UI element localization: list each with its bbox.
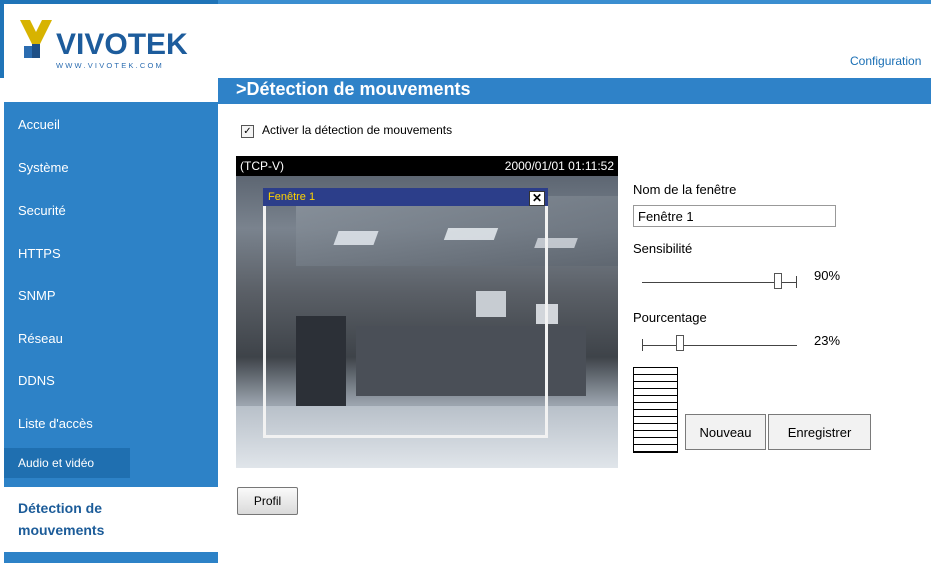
percentage-label: Pourcentage <box>633 310 707 325</box>
profile-button[interactable]: Profil <box>237 487 298 515</box>
enable-motion-label: Activer la détection de mouvements <box>262 123 453 137</box>
motion-window-frame[interactable] <box>263 188 548 438</box>
video-timestamp: 2000/01/01 01:11:52 <box>504 159 614 173</box>
page-title: >Détection de mouvements <box>236 79 471 99</box>
logo-url: WWW.VIVOTEK.COM <box>56 61 164 70</box>
sidebar-item-snmp[interactable]: SNMP <box>18 288 56 303</box>
save-button[interactable]: Enregistrer <box>768 414 871 450</box>
logo-text: VIVOTEK <box>56 28 188 61</box>
header-frame <box>0 0 218 4</box>
sidebar-bottom-border <box>4 556 218 563</box>
stream-label: (TCP-V) <box>240 159 284 173</box>
sidebar-item-liste-acces[interactable]: Liste d'accès <box>18 416 93 431</box>
sensitivity-slider-thumb[interactable] <box>774 273 782 289</box>
sidebar-item-accueil[interactable]: Accueil <box>18 117 60 132</box>
sidebar-item-reseau[interactable]: Réseau <box>18 331 63 346</box>
sidebar-item-systeme[interactable]: Système <box>18 160 69 175</box>
video-status-bar: (TCP-V) 2000/01/01 01:11:52 <box>236 156 618 176</box>
enable-motion-checkbox[interactable]: ✓ <box>241 125 254 138</box>
logo-icon <box>20 20 52 58</box>
configuration-link[interactable]: Configuration <box>850 54 921 68</box>
motion-window-name: Fenêtre 1 <box>268 191 316 203</box>
sensitivity-value: 90% <box>814 268 841 283</box>
sidebar-item-ddns[interactable]: DDNS <box>18 373 55 388</box>
sidebar-item-https[interactable]: HTTPS <box>18 246 61 261</box>
sensitivity-label: Sensibilité <box>633 241 693 256</box>
sidebar-item-securite[interactable]: Securité <box>18 203 66 218</box>
new-window-button[interactable]: Nouveau <box>685 414 766 450</box>
motion-level-meter <box>633 367 678 453</box>
percentage-slider-track[interactable] <box>642 345 797 346</box>
vivotek-logo: VIVOTEK WWW.VIVOTEK.COM <box>18 14 198 72</box>
header-left-band <box>0 0 4 78</box>
percentage-slider-thumb[interactable] <box>676 335 684 351</box>
sidebar-item-audio-video[interactable]: Audio et vidéo <box>18 456 94 470</box>
header-top-band <box>218 0 931 4</box>
sidebar-item-detection-mouvements[interactable]: Détection de mouvements <box>18 497 168 541</box>
window-name-input[interactable] <box>633 205 836 227</box>
close-icon[interactable]: ✕ <box>529 191 545 206</box>
percentage-value: 23% <box>814 333 841 348</box>
window-name-label: Nom de la fenêtre <box>633 182 737 197</box>
